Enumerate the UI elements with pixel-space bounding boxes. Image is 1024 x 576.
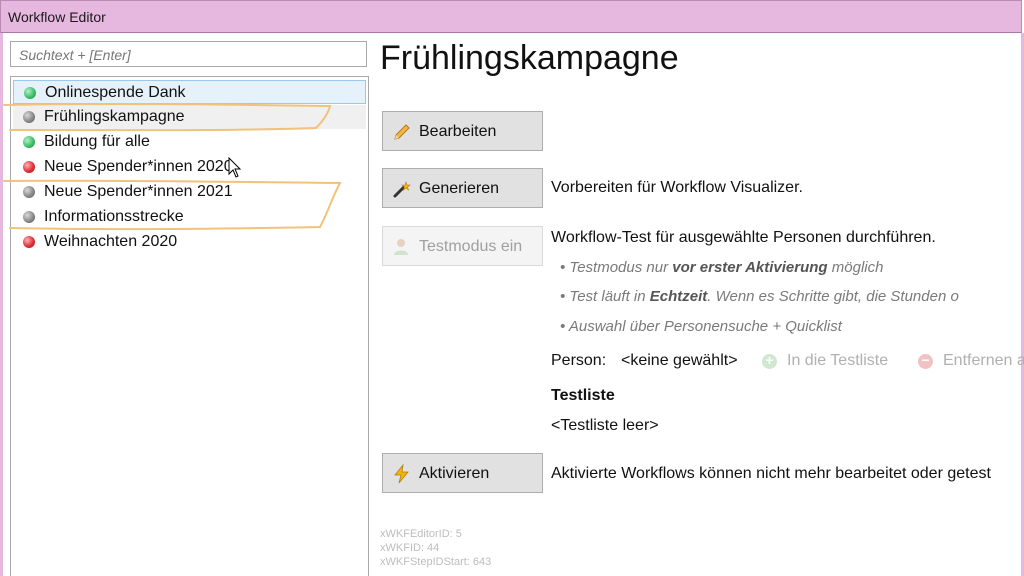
list-item[interactable]: Neue Spender*innen 2020	[13, 155, 366, 179]
lightning-icon	[394, 464, 409, 484]
remove-link[interactable]: Entfernen a	[943, 352, 1024, 370]
status-green-icon	[24, 87, 36, 99]
list-item-label: Weihnachten 2020	[44, 233, 178, 250]
page-title: Frühlingskampagne	[380, 39, 679, 77]
window-title: Workflow Editor	[8, 9, 106, 25]
testmode-hint-2: • Test läuft in Echtzeit. Wenn es Schrit…	[560, 288, 959, 305]
activate-description: Aktivierte Workflows können nicht mehr b…	[551, 465, 991, 482]
list-item-label: Neue Spender*innen 2020	[44, 158, 233, 175]
list-item[interactable]: Informationsstrecke	[13, 205, 366, 229]
step-id-start: xWKFStepIDStart: 643	[380, 556, 492, 568]
add-to-testlist-link[interactable]: In die Testliste	[787, 352, 888, 370]
testlist-empty: <Testliste leer>	[551, 417, 659, 434]
edit-button-label: Bearbeiten	[419, 123, 497, 140]
list-item[interactable]: Weihnachten 2020	[13, 230, 366, 254]
editor-id: xWKFEditorID: 5	[380, 528, 462, 540]
testmode-description: Workflow-Test für ausgewählte Personen d…	[551, 229, 936, 246]
generate-button[interactable]: Generieren	[382, 168, 543, 208]
status-gray-icon	[23, 211, 35, 223]
generate-button-label: Generieren	[419, 180, 500, 197]
search-input[interactable]: Suchtext + [Enter]	[10, 41, 367, 67]
search-placeholder: Suchtext + [Enter]	[19, 47, 131, 63]
list-item-label: Onlinespende Dank	[45, 84, 186, 101]
testmode-button-label: Testmodus ein	[419, 238, 523, 255]
status-gray-icon	[23, 186, 35, 198]
mouse-cursor-icon	[228, 157, 242, 178]
person-value: <keine gewählt>	[621, 352, 738, 369]
add-icon: +	[762, 352, 777, 369]
status-green-icon	[23, 136, 35, 148]
magic-wand-icon	[393, 181, 411, 198]
workflow-id: xWKFID: 44	[380, 542, 440, 554]
status-gray-icon	[23, 111, 35, 123]
window-frame-left	[0, 33, 3, 576]
generate-description: Vorbereiten für Workflow Visualizer.	[551, 179, 803, 196]
list-item-label: Informationsstrecke	[44, 208, 184, 225]
list-item[interactable]: Onlinespende Dank	[13, 80, 366, 104]
list-item[interactable]: Frühlingskampagne	[13, 105, 366, 129]
edit-button[interactable]: Bearbeiten	[382, 111, 543, 151]
test-user-icon	[394, 239, 408, 255]
remove-icon: −	[918, 352, 933, 369]
activate-button-label: Aktivieren	[419, 465, 490, 482]
list-item-label: Frühlingskampagne	[44, 108, 185, 125]
list-item[interactable]: Bildung für alle	[13, 130, 366, 154]
activate-button[interactable]: Aktivieren	[382, 453, 543, 493]
list-item[interactable]: Neue Spender*innen 2021	[13, 180, 366, 204]
testlist-heading: Testliste	[551, 387, 615, 404]
pencil-icon	[394, 124, 410, 140]
workflow-list[interactable]: Onlinespende Dank Frühlingskampagne Bild…	[10, 76, 369, 576]
testmode-hint-1: • Testmodus nur vor erster Aktivierung m…	[560, 259, 884, 276]
person-label: Person:	[551, 352, 607, 369]
status-red-icon	[23, 161, 35, 173]
testmode-hint-3: • Auswahl über Personensuche + Quicklist	[560, 318, 842, 335]
title-bar: Workflow Editor	[0, 0, 1022, 33]
testmode-button[interactable]: Testmodus ein	[382, 226, 543, 266]
status-red-icon	[23, 236, 35, 248]
list-item-label: Neue Spender*innen 2021	[44, 183, 233, 200]
list-item-label: Bildung für alle	[44, 133, 150, 150]
